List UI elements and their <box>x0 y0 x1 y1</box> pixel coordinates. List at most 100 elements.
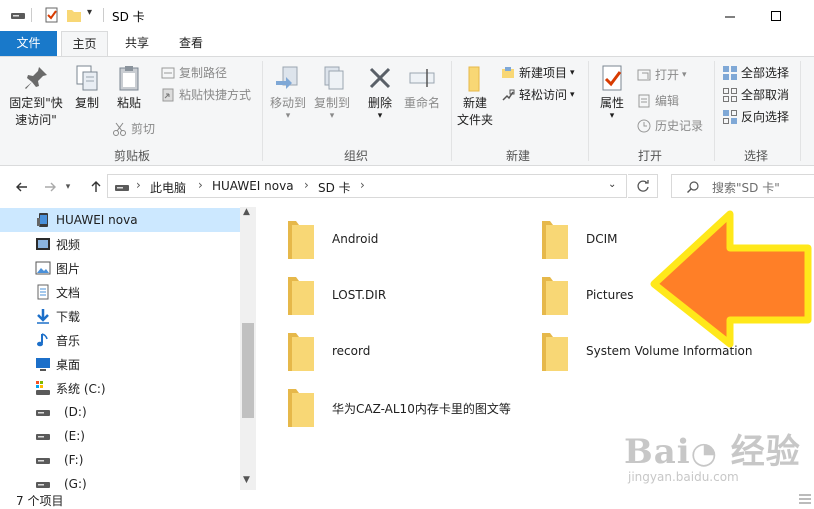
cut-button[interactable]: 剪切 <box>112 119 155 139</box>
recent-locations-button[interactable]: ▾ <box>62 177 74 197</box>
tab-home[interactable]: 主页 <box>61 31 108 57</box>
nav-item-drive-c[interactable]: 系统 (C:) <box>0 376 240 400</box>
customize-quick-access-icon[interactable]: ▾ <box>87 7 92 18</box>
nav-item-music[interactable]: 音乐 <box>0 328 240 352</box>
nav-item-drive-g[interactable]: (G:) <box>0 472 240 490</box>
breadcrumb-huawei-nova[interactable]: HUAWEI nova <box>212 179 294 193</box>
nav-item-drive-f[interactable]: (F:) <box>0 448 240 472</box>
properties-label: 属性 <box>599 96 624 110</box>
nav-item-desktop[interactable]: 桌面 <box>0 352 240 376</box>
nav-item-drive-e[interactable]: (E:) <box>0 424 240 448</box>
invert-selection-button[interactable]: 反向选择 <box>722 107 789 127</box>
up-arrow-icon <box>91 181 101 192</box>
details-view-icon[interactable] <box>798 493 812 505</box>
folder-item[interactable]: Android <box>286 215 506 263</box>
pin-quick-access-button[interactable]: 固定到"快 速访问" <box>6 63 66 129</box>
tab-view[interactable]: 查看 <box>166 31 216 56</box>
breadcrumb-this-pc[interactable]: 此电脑 <box>150 179 186 196</box>
scroll-down-icon[interactable]: ▼ <box>243 475 250 485</box>
copy-label: 复制 <box>74 96 99 110</box>
divider <box>31 8 32 22</box>
nav-item-documents[interactable]: 文档 <box>0 280 240 304</box>
select-none-button[interactable]: 全部取消 <box>722 85 789 105</box>
back-button[interactable] <box>12 177 32 197</box>
properties-button[interactable]: 属性 ▾ <box>592 63 632 121</box>
breadcrumb-separator-icon[interactable]: › <box>136 178 141 192</box>
rename-button[interactable]: 重命名 <box>400 63 444 112</box>
paste-button[interactable]: 粘贴 <box>108 63 150 112</box>
delete-button[interactable]: 删除 ▾ <box>362 63 398 121</box>
nav-item-label: 文档 <box>56 285 81 300</box>
nav-item-downloads[interactable]: 下载 <box>0 304 240 328</box>
breadcrumb-separator-icon[interactable]: › <box>198 178 203 192</box>
copy-path-button[interactable]: 复制路径 <box>160 63 227 83</box>
chevron-down-icon: ▾ <box>570 68 575 78</box>
pin-label: 固定到"快 <box>9 96 63 110</box>
chevron-down-icon: ▾ <box>65 182 71 192</box>
folder-icon <box>288 277 314 315</box>
drive-icon <box>36 458 50 464</box>
move-to-icon <box>276 66 298 89</box>
search-placeholder: 搜索"SD 卡" <box>712 181 780 195</box>
move-to-button[interactable]: 移动到 ▾ <box>266 63 310 121</box>
nav-item-huawei-nova[interactable]: HUAWEI nova <box>0 208 240 232</box>
nav-item-label: 系统 (C:) <box>56 381 106 396</box>
paste-shortcut-label: 粘贴快捷方式 <box>179 88 252 102</box>
tab-file[interactable]: 文件 <box>0 31 57 56</box>
copy-to-button[interactable]: 复制到 ▾ <box>310 63 354 121</box>
nav-item-pictures[interactable]: 图片 <box>0 256 240 280</box>
copy-button[interactable]: 复制 <box>68 63 106 112</box>
nav-item-videos[interactable]: 视频 <box>0 232 240 256</box>
history-button[interactable]: 历史记录 <box>636 116 703 136</box>
edit-button[interactable]: 编辑 <box>636 91 679 111</box>
copy-to-label: 复制到 <box>313 96 350 110</box>
folder-item[interactable]: LOST.DIR <box>286 271 506 319</box>
cut-label: 剪切 <box>131 122 156 136</box>
chevron-down-icon: ▾ <box>682 70 687 80</box>
up-button[interactable] <box>86 177 106 197</box>
new-folder-button[interactable]: 新建 文件夹 <box>454 63 496 129</box>
new-item-button[interactable]: 新建项目 ▾ <box>500 63 575 83</box>
ribbon-divider <box>588 61 589 161</box>
item-count: 7 个项目 <box>16 494 64 508</box>
nav-pane-scrollbar[interactable]: ▲ ▼ <box>240 207 256 490</box>
breadcrumb-separator-icon[interactable]: › <box>304 178 309 192</box>
document-icon <box>37 284 49 300</box>
new-folder-label: 文件夹 <box>456 113 493 127</box>
search-box[interactable]: 搜索"SD 卡" <box>671 174 814 198</box>
delete-label: 删除 <box>367 96 392 110</box>
nav-item-label: (E:) <box>64 429 85 443</box>
tab-share[interactable]: 共享 <box>114 31 160 56</box>
properties-quick-icon[interactable] <box>44 7 60 23</box>
address-history-chevron-icon[interactable]: ⌄ <box>608 179 616 190</box>
copy-path-icon <box>161 67 175 79</box>
group-label-new: 新建 <box>505 149 530 163</box>
download-icon <box>37 309 49 324</box>
forward-button[interactable] <box>40 177 60 197</box>
maximize-button[interactable] <box>753 0 799 31</box>
pin-label: 速访问" <box>15 113 57 127</box>
easy-access-button[interactable]: 轻松访问 ▾ <box>500 85 575 105</box>
video-icon <box>36 238 50 250</box>
minimize-button[interactable] <box>707 0 753 31</box>
breadcrumb-separator-icon[interactable]: › <box>360 178 365 192</box>
paste-shortcut-button[interactable]: 粘贴快捷方式 <box>160 85 251 105</box>
scroll-up-icon[interactable]: ▲ <box>243 207 250 217</box>
refresh-button[interactable] <box>628 174 658 198</box>
address-bar[interactable]: › 此电脑 › HUAWEI nova › SD 卡 › ⌄ <box>107 174 627 198</box>
new-item-label: 新建项目 <box>519 66 568 80</box>
nav-item-label: 桌面 <box>56 357 81 372</box>
drive-icon <box>115 185 129 191</box>
group-label-select: 选择 <box>743 149 768 163</box>
scrollbar-thumb[interactable] <box>242 323 254 418</box>
breadcrumb-sd-card[interactable]: SD 卡 <box>318 179 351 196</box>
folder-icon <box>288 333 314 371</box>
new-folder-quick-icon[interactable] <box>66 7 82 23</box>
select-all-button[interactable]: 全部选择 <box>722 63 789 83</box>
open-button[interactable]: 打开 ▾ <box>636 65 687 85</box>
folder-name: record <box>332 344 371 358</box>
folder-item[interactable]: 华为CAZ-AL10内存卡里的图文等 <box>286 383 526 431</box>
copy-to-icon <box>324 66 344 90</box>
folder-item[interactable]: record <box>286 327 506 375</box>
nav-item-drive-d[interactable]: (D:) <box>0 400 240 424</box>
